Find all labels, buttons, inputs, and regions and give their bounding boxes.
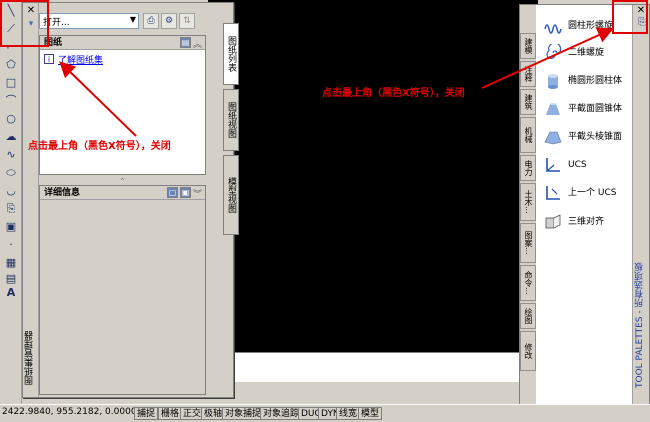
tool-spiral[interactable]: 二维螺旋 [542,40,632,66]
tab-architectural[interactable]: 建筑 [520,89,536,115]
drawing-canvas[interactable] [208,0,538,352]
3d-align-icon [545,214,561,229]
ellipse-arc-icon[interactable]: ◡ [4,184,18,198]
details-panel: 详细信息 ▢ ▣ ︾ [39,185,206,395]
highlight-box-left [0,0,49,47]
status-bar: 2422.9840, 955.2182, 0.0000 捕捉 栅格 正交 极轴 … [0,404,650,422]
command-area[interactable] [208,352,538,382]
revcloud-icon[interactable]: ☁ [4,130,18,144]
tab-annotation[interactable]: 注释 [520,61,536,87]
coordinate-readout: 2422.9840, 955.2182, 0.0000 [2,407,137,417]
grid-toggle[interactable]: 栅格 [158,407,183,420]
table-icon[interactable]: ▤ [4,272,18,286]
tab-mechanical[interactable]: 机械 [520,117,536,153]
snap-toggle[interactable]: 捕捉 [134,407,159,420]
ucs-icon [546,158,560,172]
frustum-pyramid-icon [544,131,562,145]
sheets-panel: 图纸 ▤ ︽ i 了解图纸集 [39,35,206,175]
elliptical-cylinder-icon [548,74,558,89]
info-icon: i [44,54,54,64]
draw-toolbar: ╲ ⟋ ⌐ ⬠ □ ⌒ ○ ☁ ∿ ⬭ ◡ ⎘ ▣ · ▦ ▤ A [0,0,22,422]
tab-sheet-list[interactable]: 图纸列表 [223,23,239,85]
ucs-previous-icon [546,186,560,200]
model-toggle[interactable]: 模型 [358,407,383,420]
polygon-icon[interactable]: ⬠ [4,58,18,72]
transmittal-icon[interactable]: ⇅ [179,13,195,29]
spiral-icon [546,44,562,59]
tab-modify[interactable]: 修改 [520,331,536,371]
insert-block-icon[interactable]: ⎘ [4,202,18,216]
osnap-toggle[interactable]: 对象捕捉 [222,407,265,420]
tab-hatches[interactable]: 图案... [520,223,536,263]
tool-palette-titlebar: ✕ ⎘ TOOL PALETTES - 所有选项板 [632,5,649,409]
details-header-label: 详细信息 [44,188,81,198]
frustum-cone-icon [546,102,560,115]
panel-view-icon[interactable]: ▤ [180,37,191,48]
tool-label: 平截头棱锥面 [568,132,623,142]
tool-ucs-previous[interactable]: 上一个 UCS [542,180,632,206]
tool-palette-title: TOOL PALETTES - 所有选项板 [635,262,645,388]
sheet-set-manager-palette: ✕ ▾ 图纸集管理器 打开... ▼ ⎙ ⚙ ⇅ 图纸 ▤ ︽ i 了解图纸集 … [22,2,239,398]
preview-icon[interactable]: ▣ [180,187,191,198]
tab-modeling[interactable]: 建模 [520,33,536,59]
tool-palette: 建模 注释 建筑 机械 电力 土木... 图案... 命令... 绘图 修改 圆… [519,4,650,410]
ellipse-icon[interactable]: ⬭ [4,166,18,180]
tool-label: 三维对齐 [568,217,605,227]
tool-label: 上一个 UCS [568,188,617,198]
open-sheetset-combo[interactable]: 打开... ▼ [39,13,139,29]
arc-icon[interactable]: ⌒ [4,94,18,108]
details-view-icon[interactable]: ▢ [167,187,178,198]
chevron-down-icon: ▼ [129,15,136,24]
tool-palette-tabs: 建模 注释 建筑 机械 电力 土木... 图案... 命令... 绘图 修改 [520,5,536,409]
tool-3d-align[interactable]: 三维对齐 [542,209,632,235]
tool-elliptical-cylinder[interactable]: 椭圆形圆柱体 [542,68,632,94]
publish-icon[interactable]: ⎙ [143,13,159,29]
otrack-toggle[interactable]: 对象追踪 [260,407,303,420]
tool-label: 椭圆形圆柱体 [568,76,623,86]
tab-sheet-views[interactable]: 图纸视图 [223,89,239,151]
tool-frustum-pyramid[interactable]: 平截头棱锥面 [542,124,632,150]
learn-sheet-sets-link[interactable]: 了解图纸集 [58,53,103,66]
make-block-icon[interactable]: ▣ [4,220,18,234]
annotation-text-right: 点击最上角（黑色X符号），关闭 [322,88,465,99]
tool-label: UCS [568,160,587,170]
ssm-titlebar: ✕ ▾ 图纸集管理器 [23,3,39,397]
sheet-options-icon[interactable]: ⚙ [161,13,177,29]
panel-splitter[interactable]: ⌃ [39,177,206,185]
tool-label: 平截面圆锥体 [568,104,623,114]
highlight-box-right [612,0,648,34]
ssm-title: 图纸集管理器 [25,331,35,385]
tool-frustum-cone[interactable]: 平截面圆锥体 [542,96,632,122]
annotation-text-left: 点击最上角（黑色X符号），关闭 [28,141,171,152]
collapse-down-icon[interactable]: ︾ [193,187,202,200]
mtext-icon[interactable]: A [4,286,18,300]
rectangle-icon[interactable]: □ [4,76,18,90]
tab-commands[interactable]: 命令... [520,265,536,301]
circle-icon[interactable]: ○ [4,112,18,126]
tab-electrical[interactable]: 电力 [520,155,536,181]
tool-ucs[interactable]: UCS [542,152,632,178]
tab-civil[interactable]: 土木... [520,183,536,221]
spline-icon[interactable]: ∿ [4,148,18,162]
tab-model-views[interactable]: 模型视图 [223,155,239,235]
helix-icon [544,24,562,34]
lineweight-toggle[interactable]: 线宽 [336,407,361,420]
hatch-icon[interactable]: ▦ [4,256,18,270]
tab-draw[interactable]: 绘图 [520,303,536,329]
collapse-up-icon[interactable]: ︽ [193,37,202,50]
tool-label: 二维螺旋 [568,48,605,58]
point-icon[interactable]: · [4,238,18,252]
tool-label: 圆柱形螺旋 [568,21,614,31]
